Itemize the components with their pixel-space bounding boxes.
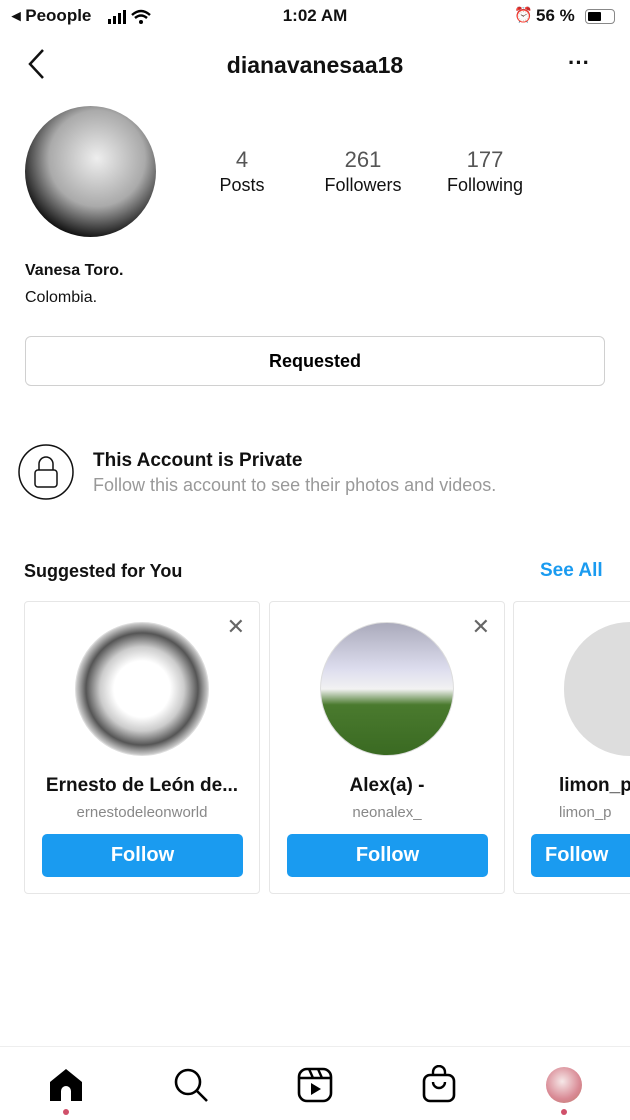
suggestion-username: ernestodeleonworld: [76, 804, 208, 821]
suggestion-card: limon_p limon_p Follow: [513, 601, 630, 894]
home-icon[interactable]: [49, 1069, 83, 1101]
stat-label: Following: [446, 175, 524, 195]
follow-button[interactable]: Follow: [287, 834, 488, 877]
private-title: This Account is Private: [93, 450, 303, 471]
suggestion-avatar[interactable]: [564, 622, 630, 756]
profile-bio: Colombia.: [25, 289, 98, 306]
close-icon[interactable]: ✕: [227, 614, 245, 640]
lock-icon: [18, 444, 74, 500]
battery-icon: [585, 9, 615, 24]
alarm-icon: ⏰: [514, 7, 533, 24]
battery-percent: 56 %: [536, 6, 575, 25]
suggestion-name: Alex(a) -: [349, 775, 425, 796]
stat-label: Followers: [324, 175, 402, 195]
stat-following[interactable]: 177 Following: [425, 147, 545, 196]
shop-icon[interactable]: [422, 1065, 456, 1103]
stat-label: Posts: [219, 175, 265, 195]
stat-followers[interactable]: 261 Followers: [303, 147, 423, 196]
suggested-title: Suggested for You: [24, 561, 183, 581]
page-title: dianavanesaa18: [226, 52, 404, 78]
suggestion-avatar[interactable]: [75, 622, 209, 756]
notification-dot: [561, 1109, 567, 1115]
profile-avatar-tab[interactable]: [546, 1067, 582, 1103]
suggestion-card: ✕ Alex(a) - neonalex_ Follow: [269, 601, 505, 894]
private-subtitle: Follow this account to see their photos …: [93, 475, 497, 495]
suggestion-name: limon_p: [559, 775, 630, 796]
close-icon[interactable]: ✕: [472, 614, 490, 640]
notification-dot: [63, 1109, 69, 1115]
stat-value: 4: [235, 147, 249, 172]
suggestion-name: Ernesto de León de...: [45, 775, 239, 796]
follow-button[interactable]: Follow: [531, 834, 630, 877]
profile-name: Vanesa Toro.: [25, 262, 124, 279]
suggestion-username: neonalex_: [352, 804, 422, 821]
more-options-icon[interactable]: ···: [568, 50, 590, 76]
follow-button[interactable]: Follow: [42, 834, 243, 877]
requested-button[interactable]: Requested: [25, 336, 605, 386]
suggestion-username: limon_p: [559, 804, 612, 821]
suggestion-avatar[interactable]: [320, 622, 454, 756]
reels-icon[interactable]: [297, 1067, 333, 1103]
stat-value: 261: [344, 147, 382, 172]
suggestion-card: ✕ Ernesto de León de... ernestodeleonwor…: [24, 601, 260, 894]
bottom-nav: [0, 1046, 630, 1120]
search-icon[interactable]: [173, 1067, 209, 1103]
see-all-link[interactable]: See All: [540, 560, 603, 582]
profile-avatar: [25, 106, 156, 237]
stat-posts[interactable]: 4 Posts: [182, 147, 302, 196]
stat-value: 177: [466, 147, 504, 172]
